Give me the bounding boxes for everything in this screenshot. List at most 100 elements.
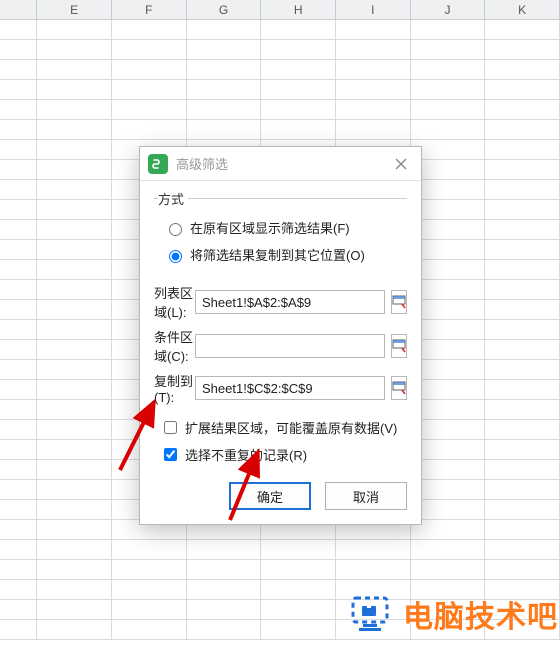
cell[interactable] xyxy=(187,580,262,600)
cell[interactable] xyxy=(37,160,112,180)
cell[interactable] xyxy=(485,460,560,480)
cell[interactable] xyxy=(112,620,187,640)
cell[interactable] xyxy=(37,360,112,380)
cell[interactable] xyxy=(112,80,187,100)
cell[interactable] xyxy=(336,540,411,560)
cell[interactable] xyxy=(336,40,411,60)
cell[interactable] xyxy=(485,100,560,120)
radio-copy-to[interactable]: 将筛选结果复制到其它位置(O) xyxy=(158,241,405,268)
cell[interactable] xyxy=(0,480,37,500)
cell[interactable] xyxy=(336,120,411,140)
cell[interactable] xyxy=(411,540,486,560)
cell[interactable] xyxy=(0,80,37,100)
cell[interactable] xyxy=(187,60,262,80)
cell[interactable] xyxy=(0,260,37,280)
cell[interactable] xyxy=(485,480,560,500)
cell[interactable] xyxy=(485,20,560,40)
col-header[interactable]: I xyxy=(336,0,411,19)
cell[interactable] xyxy=(37,520,112,540)
cell[interactable] xyxy=(485,140,560,160)
list-range-picker[interactable] xyxy=(391,290,407,314)
cell[interactable] xyxy=(485,220,560,240)
cell[interactable] xyxy=(485,420,560,440)
cell[interactable] xyxy=(0,20,37,40)
cell[interactable] xyxy=(37,20,112,40)
col-header[interactable]: K xyxy=(485,0,560,19)
cell[interactable] xyxy=(112,560,187,580)
cell[interactable] xyxy=(411,120,486,140)
cell[interactable] xyxy=(485,60,560,80)
cell[interactable] xyxy=(0,220,37,240)
cell[interactable] xyxy=(0,500,37,520)
expand-results-checkbox[interactable] xyxy=(164,421,177,434)
cell[interactable] xyxy=(0,520,37,540)
cell[interactable] xyxy=(336,60,411,80)
cell[interactable] xyxy=(37,300,112,320)
cancel-button[interactable]: 取消 xyxy=(325,482,407,510)
radio-copy-to-input[interactable] xyxy=(169,250,182,263)
cell[interactable] xyxy=(0,420,37,440)
cell[interactable] xyxy=(485,440,560,460)
cell[interactable] xyxy=(187,560,262,580)
cell[interactable] xyxy=(37,560,112,580)
col-header[interactable]: H xyxy=(261,0,336,19)
cell[interactable] xyxy=(0,180,37,200)
cell[interactable] xyxy=(485,360,560,380)
cell[interactable] xyxy=(261,120,336,140)
cell[interactable] xyxy=(0,40,37,60)
cell[interactable] xyxy=(0,240,37,260)
cell[interactable] xyxy=(261,40,336,60)
col-header[interactable]: G xyxy=(187,0,262,19)
radio-filter-inplace-input[interactable] xyxy=(169,223,182,236)
cell[interactable] xyxy=(411,20,486,40)
cell[interactable] xyxy=(37,180,112,200)
cell[interactable] xyxy=(411,100,486,120)
cell[interactable] xyxy=(112,120,187,140)
cell[interactable] xyxy=(37,380,112,400)
ok-button[interactable]: 确定 xyxy=(229,482,311,510)
col-header[interactable]: J xyxy=(411,0,486,19)
cell[interactable] xyxy=(112,100,187,120)
cell[interactable] xyxy=(37,500,112,520)
cell[interactable] xyxy=(0,620,37,640)
cell[interactable] xyxy=(112,40,187,60)
cell[interactable] xyxy=(187,600,262,620)
cell[interactable] xyxy=(37,200,112,220)
cell[interactable] xyxy=(37,60,112,80)
cell[interactable] xyxy=(187,80,262,100)
cell[interactable] xyxy=(336,20,411,40)
cell[interactable] xyxy=(37,580,112,600)
cell[interactable] xyxy=(187,20,262,40)
cell[interactable] xyxy=(261,20,336,40)
cell[interactable] xyxy=(37,260,112,280)
cell[interactable] xyxy=(261,60,336,80)
cell[interactable] xyxy=(0,560,37,580)
cell[interactable] xyxy=(336,100,411,120)
cell[interactable] xyxy=(485,540,560,560)
list-range-input[interactable] xyxy=(195,290,385,314)
cell[interactable] xyxy=(261,620,336,640)
cell[interactable] xyxy=(187,40,262,60)
cell[interactable] xyxy=(485,280,560,300)
dialog-titlebar[interactable]: 高级筛选 xyxy=(140,147,421,181)
cell[interactable] xyxy=(37,220,112,240)
cell[interactable] xyxy=(485,200,560,220)
cell[interactable] xyxy=(485,560,560,580)
cell[interactable] xyxy=(0,580,37,600)
cell[interactable] xyxy=(0,460,37,480)
cell[interactable] xyxy=(261,100,336,120)
cell[interactable] xyxy=(112,540,187,560)
cell[interactable] xyxy=(485,320,560,340)
cell[interactable] xyxy=(485,120,560,140)
cell[interactable] xyxy=(485,300,560,320)
cell[interactable] xyxy=(261,540,336,560)
cell[interactable] xyxy=(112,20,187,40)
cell[interactable] xyxy=(485,240,560,260)
cell[interactable] xyxy=(261,80,336,100)
cell[interactable] xyxy=(37,100,112,120)
cell[interactable] xyxy=(485,40,560,60)
col-header[interactable]: E xyxy=(37,0,112,19)
cell[interactable] xyxy=(37,540,112,560)
cell[interactable] xyxy=(37,40,112,60)
cell[interactable] xyxy=(411,60,486,80)
